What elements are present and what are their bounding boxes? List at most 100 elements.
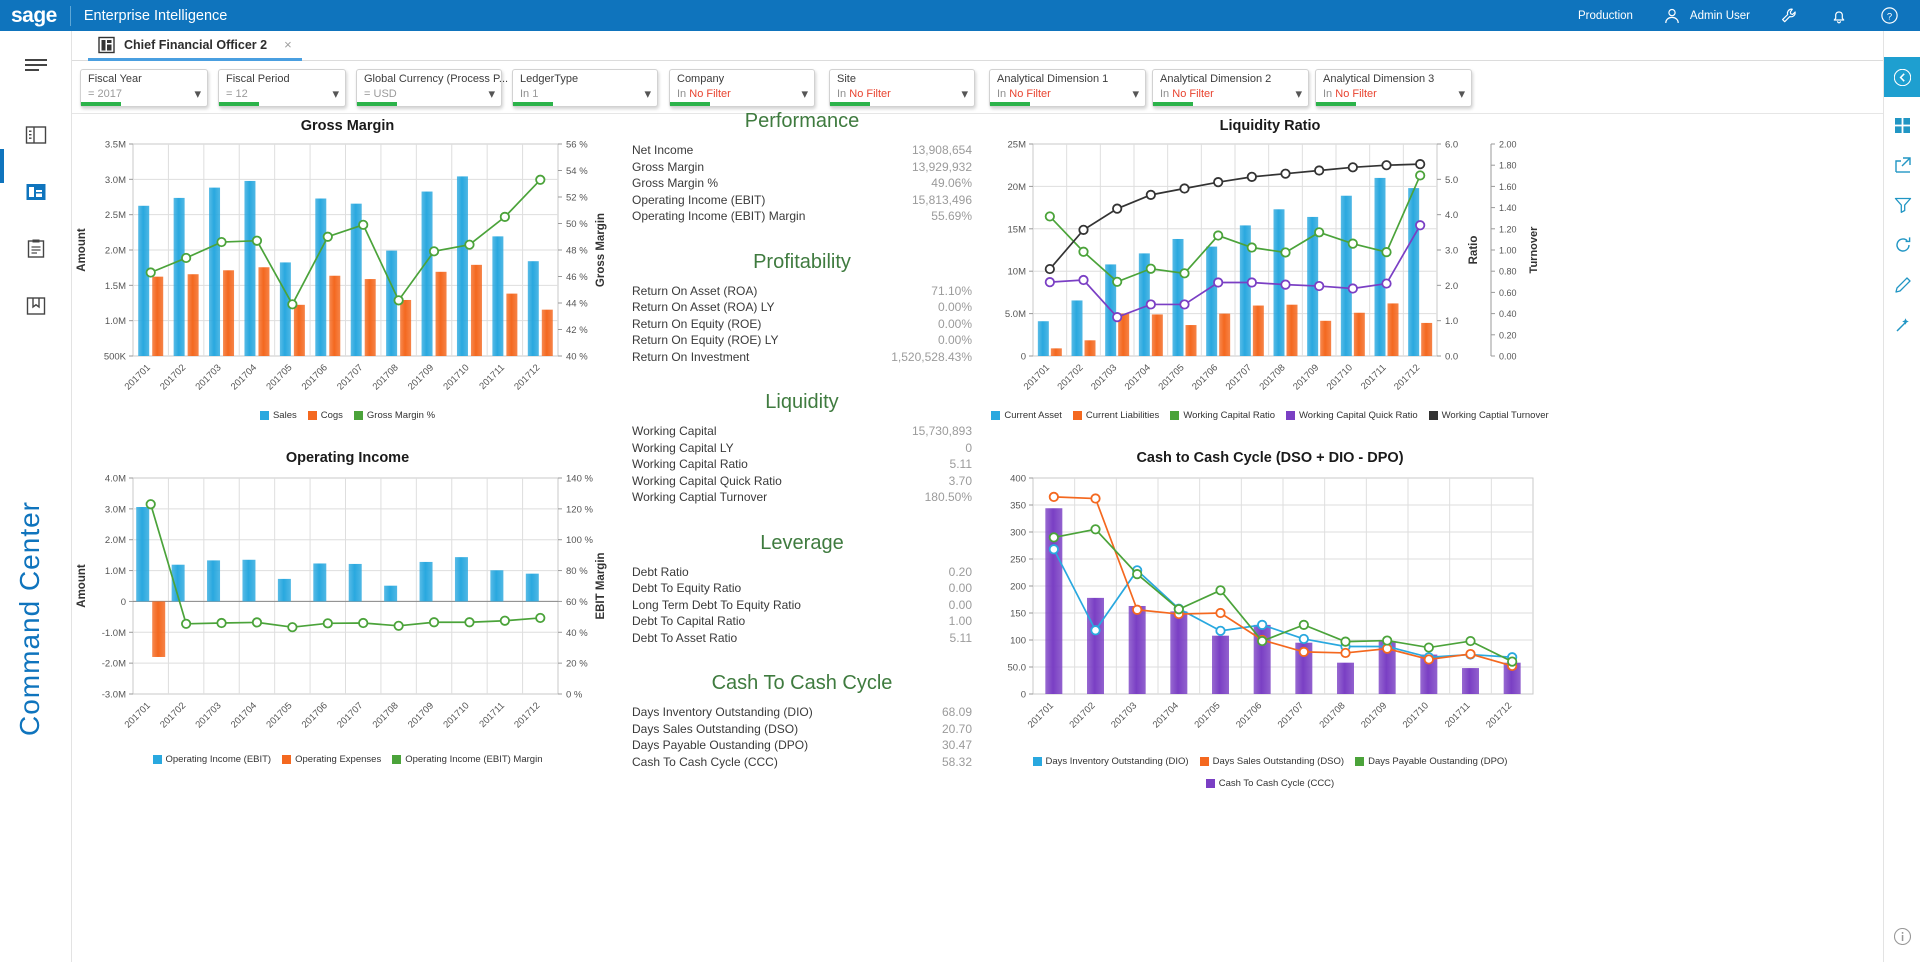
svg-text:0.40: 0.40	[1499, 309, 1517, 319]
hamburger-menu-button[interactable]	[0, 40, 72, 90]
filter-analytical-dimension-3[interactable]: Analytical Dimension 3 In No Filter ▾	[1315, 69, 1472, 107]
filter-site[interactable]: Site In No Filter ▾	[829, 69, 975, 107]
svg-text:201710: 201710	[1401, 700, 1431, 730]
kpi-row: Working Capital15,730,893	[632, 423, 972, 440]
kpi-label: Debt To Capital Ratio	[632, 613, 745, 630]
chevron-down-icon[interactable]: ▾	[961, 86, 968, 102]
svg-text:201707: 201707	[335, 362, 365, 392]
section-title: Liquidity	[632, 391, 972, 414]
chevron-down-icon[interactable]: ▾	[801, 86, 808, 102]
filter-value: In No Filter	[837, 88, 891, 100]
svg-text:60 %: 60 %	[566, 597, 588, 608]
kpi-row: Working Capital LY0	[632, 440, 972, 457]
rail-item-favorites[interactable]	[0, 281, 72, 331]
chart-cash-to-cash-cycle[interactable]: Cash to Cash Cycle (DSO + DIO - DPO) 050…	[985, 450, 1555, 780]
kpi-value: 68.09	[942, 704, 972, 721]
filter-status-bar	[990, 102, 1030, 106]
chevron-down-icon[interactable]: ▾	[1295, 86, 1302, 102]
legend-item[interactable]: Operating Income (EBIT) Margin	[392, 754, 542, 765]
filter-button[interactable]	[1884, 185, 1920, 225]
svg-text:42 %: 42 %	[566, 325, 588, 336]
filter-analytical-dimension-1[interactable]: Analytical Dimension 1 In No Filter ▾	[989, 69, 1146, 107]
rail-item-reports[interactable]	[0, 224, 72, 274]
refresh-button[interactable]	[1884, 225, 1920, 265]
svg-text:201707: 201707	[1224, 362, 1254, 392]
svg-text:54 %: 54 %	[566, 166, 588, 177]
legend-item[interactable]: Days Inventory Outstanding (DIO)	[1033, 756, 1189, 767]
legend-item[interactable]: Current Asset	[991, 410, 1062, 421]
help-button[interactable]: ?	[1864, 0, 1914, 31]
svg-text:2.0: 2.0	[1445, 281, 1458, 292]
notifications-button[interactable]	[1814, 0, 1864, 31]
legend-item[interactable]: Working Captial Turnover	[1429, 410, 1549, 421]
svg-text:201710: 201710	[441, 362, 471, 392]
legend-swatch	[153, 755, 162, 764]
legend-item[interactable]: Working Capital Ratio	[1170, 410, 1275, 421]
export-button[interactable]	[1884, 145, 1920, 185]
filter-label: Fiscal Year	[88, 73, 142, 85]
sidebar-vertical-label: Command Center	[14, 501, 46, 736]
filter-global-currency[interactable]: Global Currency (Process P... = USD ▾	[356, 69, 502, 107]
svg-text:56 %: 56 %	[566, 140, 588, 151]
svg-text:20 %: 20 %	[566, 659, 588, 670]
rail-item-dashboards[interactable]	[0, 167, 72, 217]
settings-button[interactable]	[1764, 0, 1814, 31]
legend-item[interactable]: Working Capital Quick Ratio	[1286, 410, 1418, 421]
kpi-label: Gross Margin %	[632, 175, 718, 192]
edit-button[interactable]	[1884, 265, 1920, 305]
tab-chief-financial-officer-2[interactable]: Chief Financial Officer 2 ×	[88, 31, 302, 61]
kpi-row: Long Term Debt To Equity Ratio0.00	[632, 597, 972, 614]
collapse-panel-button[interactable]	[1884, 57, 1920, 97]
chevron-down-icon[interactable]: ▾	[1132, 86, 1139, 102]
rail-item-panels[interactable]	[0, 110, 72, 160]
filter-status-bar	[513, 102, 553, 106]
legend-item[interactable]: Cogs	[308, 410, 343, 421]
legend-label: Days Inventory Outstanding (DIO)	[1046, 756, 1189, 767]
kpi-section-performance: Performance Net Income13,908,654 Gross M…	[632, 110, 972, 225]
design-button[interactable]	[1884, 305, 1920, 345]
legend-item[interactable]: Sales	[260, 410, 297, 421]
chevron-down-icon[interactable]: ▾	[332, 86, 339, 102]
filter-value: In 1	[520, 88, 538, 100]
svg-text:1.0M: 1.0M	[105, 566, 126, 577]
legend-swatch	[1355, 757, 1364, 766]
filter-value: In No Filter	[1323, 88, 1377, 100]
kpi-row: Return On Investment1,520,528.43%	[632, 349, 972, 366]
legend-item[interactable]: Gross Margin %	[354, 410, 435, 421]
svg-text:201711: 201711	[477, 700, 507, 730]
chart-liquidity-ratio[interactable]: Liquidity Ratio 05.0M10M15M20M25M0.01.02…	[985, 118, 1555, 438]
filter-fiscal-year[interactable]: Fiscal Year = 2017 ▾	[80, 69, 208, 107]
svg-text:250: 250	[1010, 555, 1026, 566]
chevron-down-icon[interactable]: ▾	[644, 86, 651, 102]
legend-item[interactable]: Cash To Cash Cycle (CCC)	[1206, 778, 1334, 789]
grid-view-button[interactable]	[1884, 105, 1920, 145]
filter-company[interactable]: Company In No Filter ▾	[669, 69, 815, 107]
legend-item[interactable]: Days Sales Outstanding (DSO)	[1200, 756, 1344, 767]
svg-text:201701: 201701	[1026, 700, 1056, 730]
svg-text:0.80: 0.80	[1499, 267, 1517, 277]
svg-text:201706: 201706	[1234, 700, 1264, 730]
chart-gross-margin[interactable]: Gross Margin 500K1.0M1.5M2.0M2.5M3.0M3.5…	[75, 118, 620, 438]
kpi-section-profitability: Profitability Return On Asset (ROA)71.10…	[632, 251, 972, 366]
chevron-down-icon[interactable]: ▾	[194, 86, 201, 102]
chevron-down-icon[interactable]: ▾	[1458, 86, 1465, 102]
user-menu[interactable]: Admin User	[1647, 0, 1764, 31]
kpi-value: 0	[965, 440, 972, 457]
chevron-down-icon[interactable]: ▾	[488, 86, 495, 102]
legend-swatch	[1429, 411, 1438, 420]
filter-fiscal-period[interactable]: Fiscal Period = 12 ▾	[218, 69, 346, 107]
close-icon[interactable]: ×	[276, 37, 292, 52]
kpi-row: Cash To Cash Cycle (CCC)58.32	[632, 754, 972, 771]
kpi-row: Operating Income (EBIT)15,813,496	[632, 192, 972, 209]
svg-text:25M: 25M	[1008, 140, 1027, 151]
header-divider	[70, 6, 71, 26]
filter-analytical-dimension-2[interactable]: Analytical Dimension 2 In No Filter ▾	[1152, 69, 1309, 107]
legend-item[interactable]: Operating Income (EBIT)	[153, 754, 272, 765]
info-button[interactable]	[1884, 916, 1920, 956]
kpi-label: Days Sales Outstanding (DSO)	[632, 721, 798, 738]
chart-operating-income[interactable]: Operating Income -3.0M-2.0M-1.0M01.0M2.0…	[75, 450, 620, 780]
filter-ledger-type[interactable]: LedgerType In 1 ▾	[512, 69, 658, 107]
legend-item[interactable]: Days Payable Oustanding (DPO)	[1355, 756, 1507, 767]
legend-item[interactable]: Operating Expenses	[282, 754, 381, 765]
legend-item[interactable]: Current Liabilities	[1073, 410, 1159, 421]
